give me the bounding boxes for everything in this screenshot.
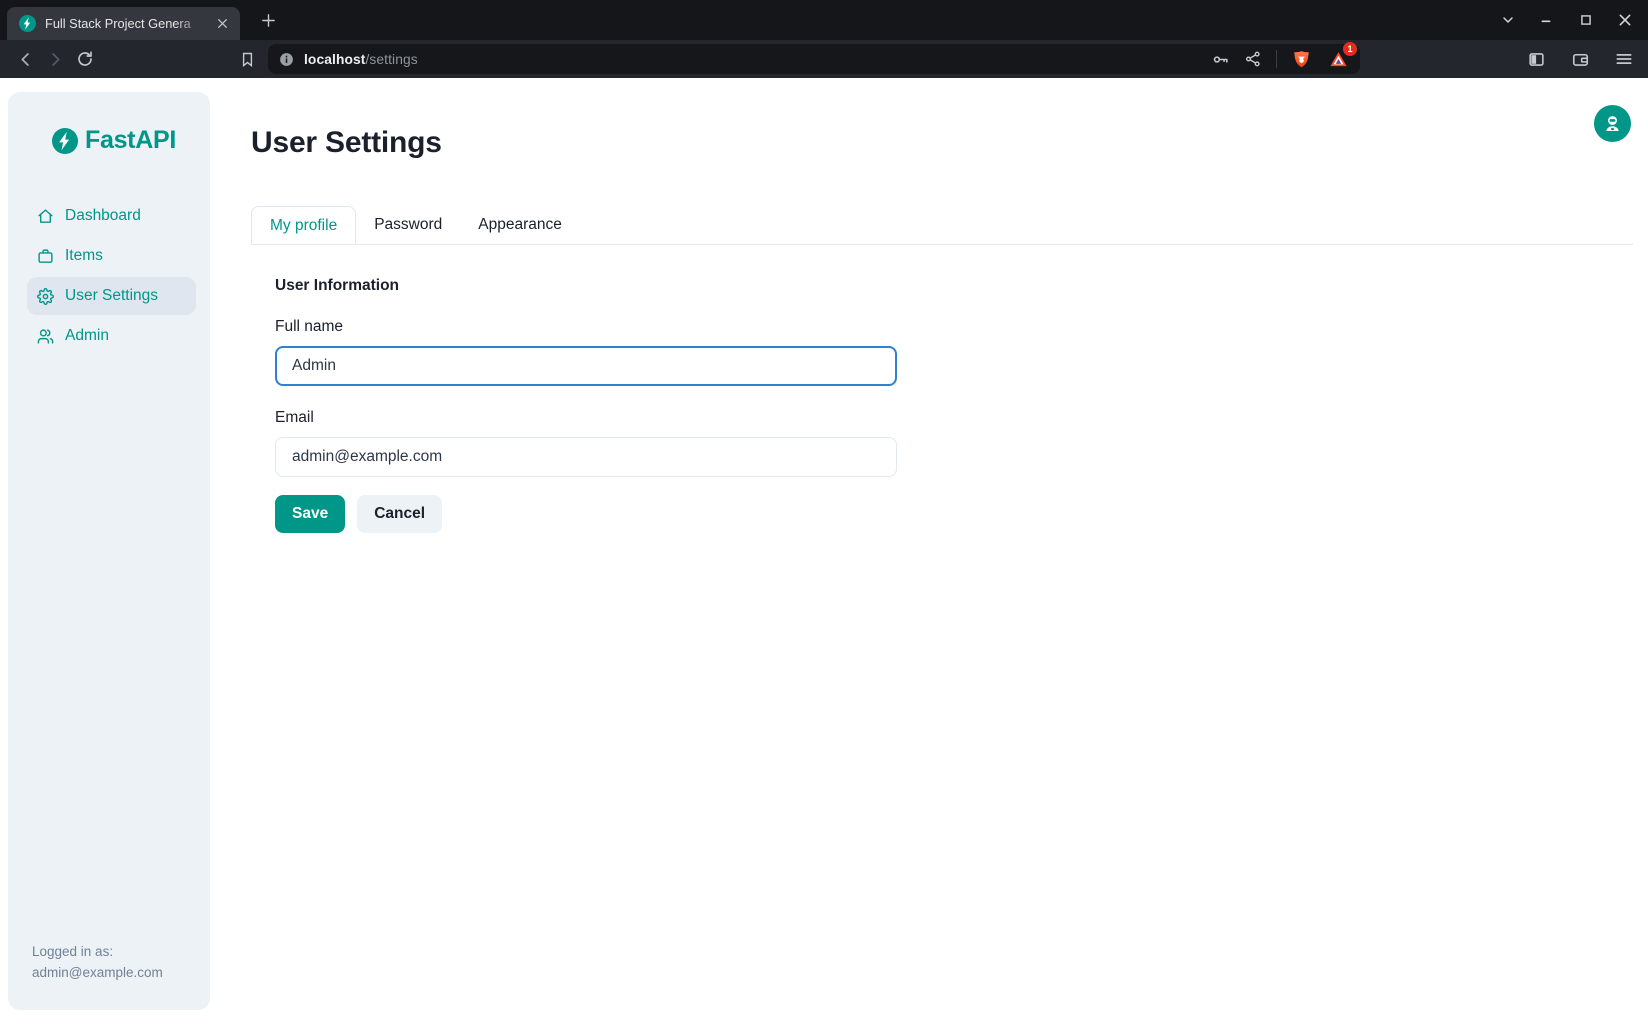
settings-tabs: My profile Password Appearance <box>251 206 1633 245</box>
logged-in-status: Logged in as: admin@example.com <box>8 942 210 1010</box>
home-icon <box>37 208 54 225</box>
tab-title: Full Stack Project Genera <box>45 16 212 31</box>
bookmark-icon[interactable] <box>232 44 262 74</box>
menu-hamburger-icon[interactable] <box>1610 45 1638 73</box>
my-profile-panel: User Information Full name Email Save Ca… <box>251 245 1633 533</box>
fastapi-favicon-icon <box>19 15 36 32</box>
logged-in-email: admin@example.com <box>32 963 198 984</box>
share-icon[interactable] <box>1244 50 1262 68</box>
tab-close-icon[interactable] <box>212 13 232 33</box>
fastapi-logo: FastAPI <box>52 126 210 155</box>
form-actions: Save Cancel <box>275 495 1633 533</box>
tab-appearance[interactable]: Appearance <box>460 206 580 244</box>
sidebar-toggle-icon[interactable] <box>1522 45 1550 73</box>
user-astronaut-icon <box>1602 113 1623 134</box>
sidebar-item-label: Dashboard <box>65 207 141 225</box>
site-info-icon[interactable] <box>278 51 295 68</box>
back-button[interactable] <box>10 44 40 74</box>
sidebar-item-label: Admin <box>65 327 109 345</box>
sidebar-item-admin[interactable]: Admin <box>27 317 196 355</box>
cancel-button[interactable]: Cancel <box>357 495 442 533</box>
window-controls <box>1493 0 1640 40</box>
urlbar-actions: 1 <box>1211 47 1350 71</box>
browser-toolbar: localhost/settings 1 <box>0 40 1648 78</box>
tab-password[interactable]: Password <box>356 206 460 244</box>
new-tab-button[interactable] <box>254 6 282 34</box>
tab-search-chevron-icon[interactable] <box>1493 5 1523 35</box>
logged-in-label: Logged in as: <box>32 942 198 963</box>
address-bar[interactable]: localhost/settings 1 <box>268 44 1360 74</box>
forward-button[interactable] <box>40 44 70 74</box>
tab-my-profile[interactable]: My profile <box>251 206 356 244</box>
browser-tab-strip: Full Stack Project Genera <box>0 0 1648 40</box>
sidebar-item-label: Items <box>65 247 103 265</box>
toolbar-divider <box>1276 50 1277 68</box>
email-input[interactable] <box>275 437 897 477</box>
full-name-input[interactable] <box>275 346 897 386</box>
url-path: /settings <box>365 52 417 67</box>
brave-shield-icon[interactable] <box>1291 49 1312 70</box>
sidebar: FastAPI Dashboard Items User Settings <box>8 92 210 1010</box>
sidebar-item-label: User Settings <box>65 287 158 305</box>
brave-rewards-icon[interactable]: 1 <box>1326 47 1350 71</box>
full-name-label: Full name <box>275 318 1633 336</box>
save-button[interactable]: Save <box>275 495 345 533</box>
main-content: User Settings My profile Password Appear… <box>251 78 1633 533</box>
fastapi-bolt-icon <box>52 128 78 154</box>
close-window-button[interactable] <box>1610 5 1640 35</box>
toolbar-right-actions <box>1522 45 1638 73</box>
section-title: User Information <box>275 277 1633 295</box>
wallet-icon[interactable] <box>1566 45 1594 73</box>
sidebar-item-dashboard[interactable]: Dashboard <box>27 197 196 235</box>
rewards-badge: 1 <box>1343 42 1357 56</box>
page-title: User Settings <box>251 128 1633 158</box>
briefcase-icon <box>37 248 54 265</box>
url-text: localhost/settings <box>304 52 418 67</box>
browser-tab[interactable]: Full Stack Project Genera <box>7 7 240 40</box>
maximize-button[interactable] <box>1571 5 1601 35</box>
email-label: Email <box>275 409 1633 427</box>
url-host: localhost <box>304 52 365 67</box>
gear-icon <box>37 288 54 305</box>
logo-text: FastAPI <box>85 126 176 155</box>
app-page: FastAPI Dashboard Items User Settings <box>0 78 1648 1025</box>
reload-button[interactable] <box>70 44 100 74</box>
minimize-button[interactable] <box>1532 5 1562 35</box>
sidebar-nav: Dashboard Items User Settings Admin <box>8 197 210 355</box>
sidebar-item-items[interactable]: Items <box>27 237 196 275</box>
sidebar-item-user-settings[interactable]: User Settings <box>27 277 196 315</box>
users-icon <box>37 328 54 345</box>
user-menu-avatar[interactable] <box>1594 105 1631 142</box>
password-key-icon[interactable] <box>1211 50 1230 69</box>
